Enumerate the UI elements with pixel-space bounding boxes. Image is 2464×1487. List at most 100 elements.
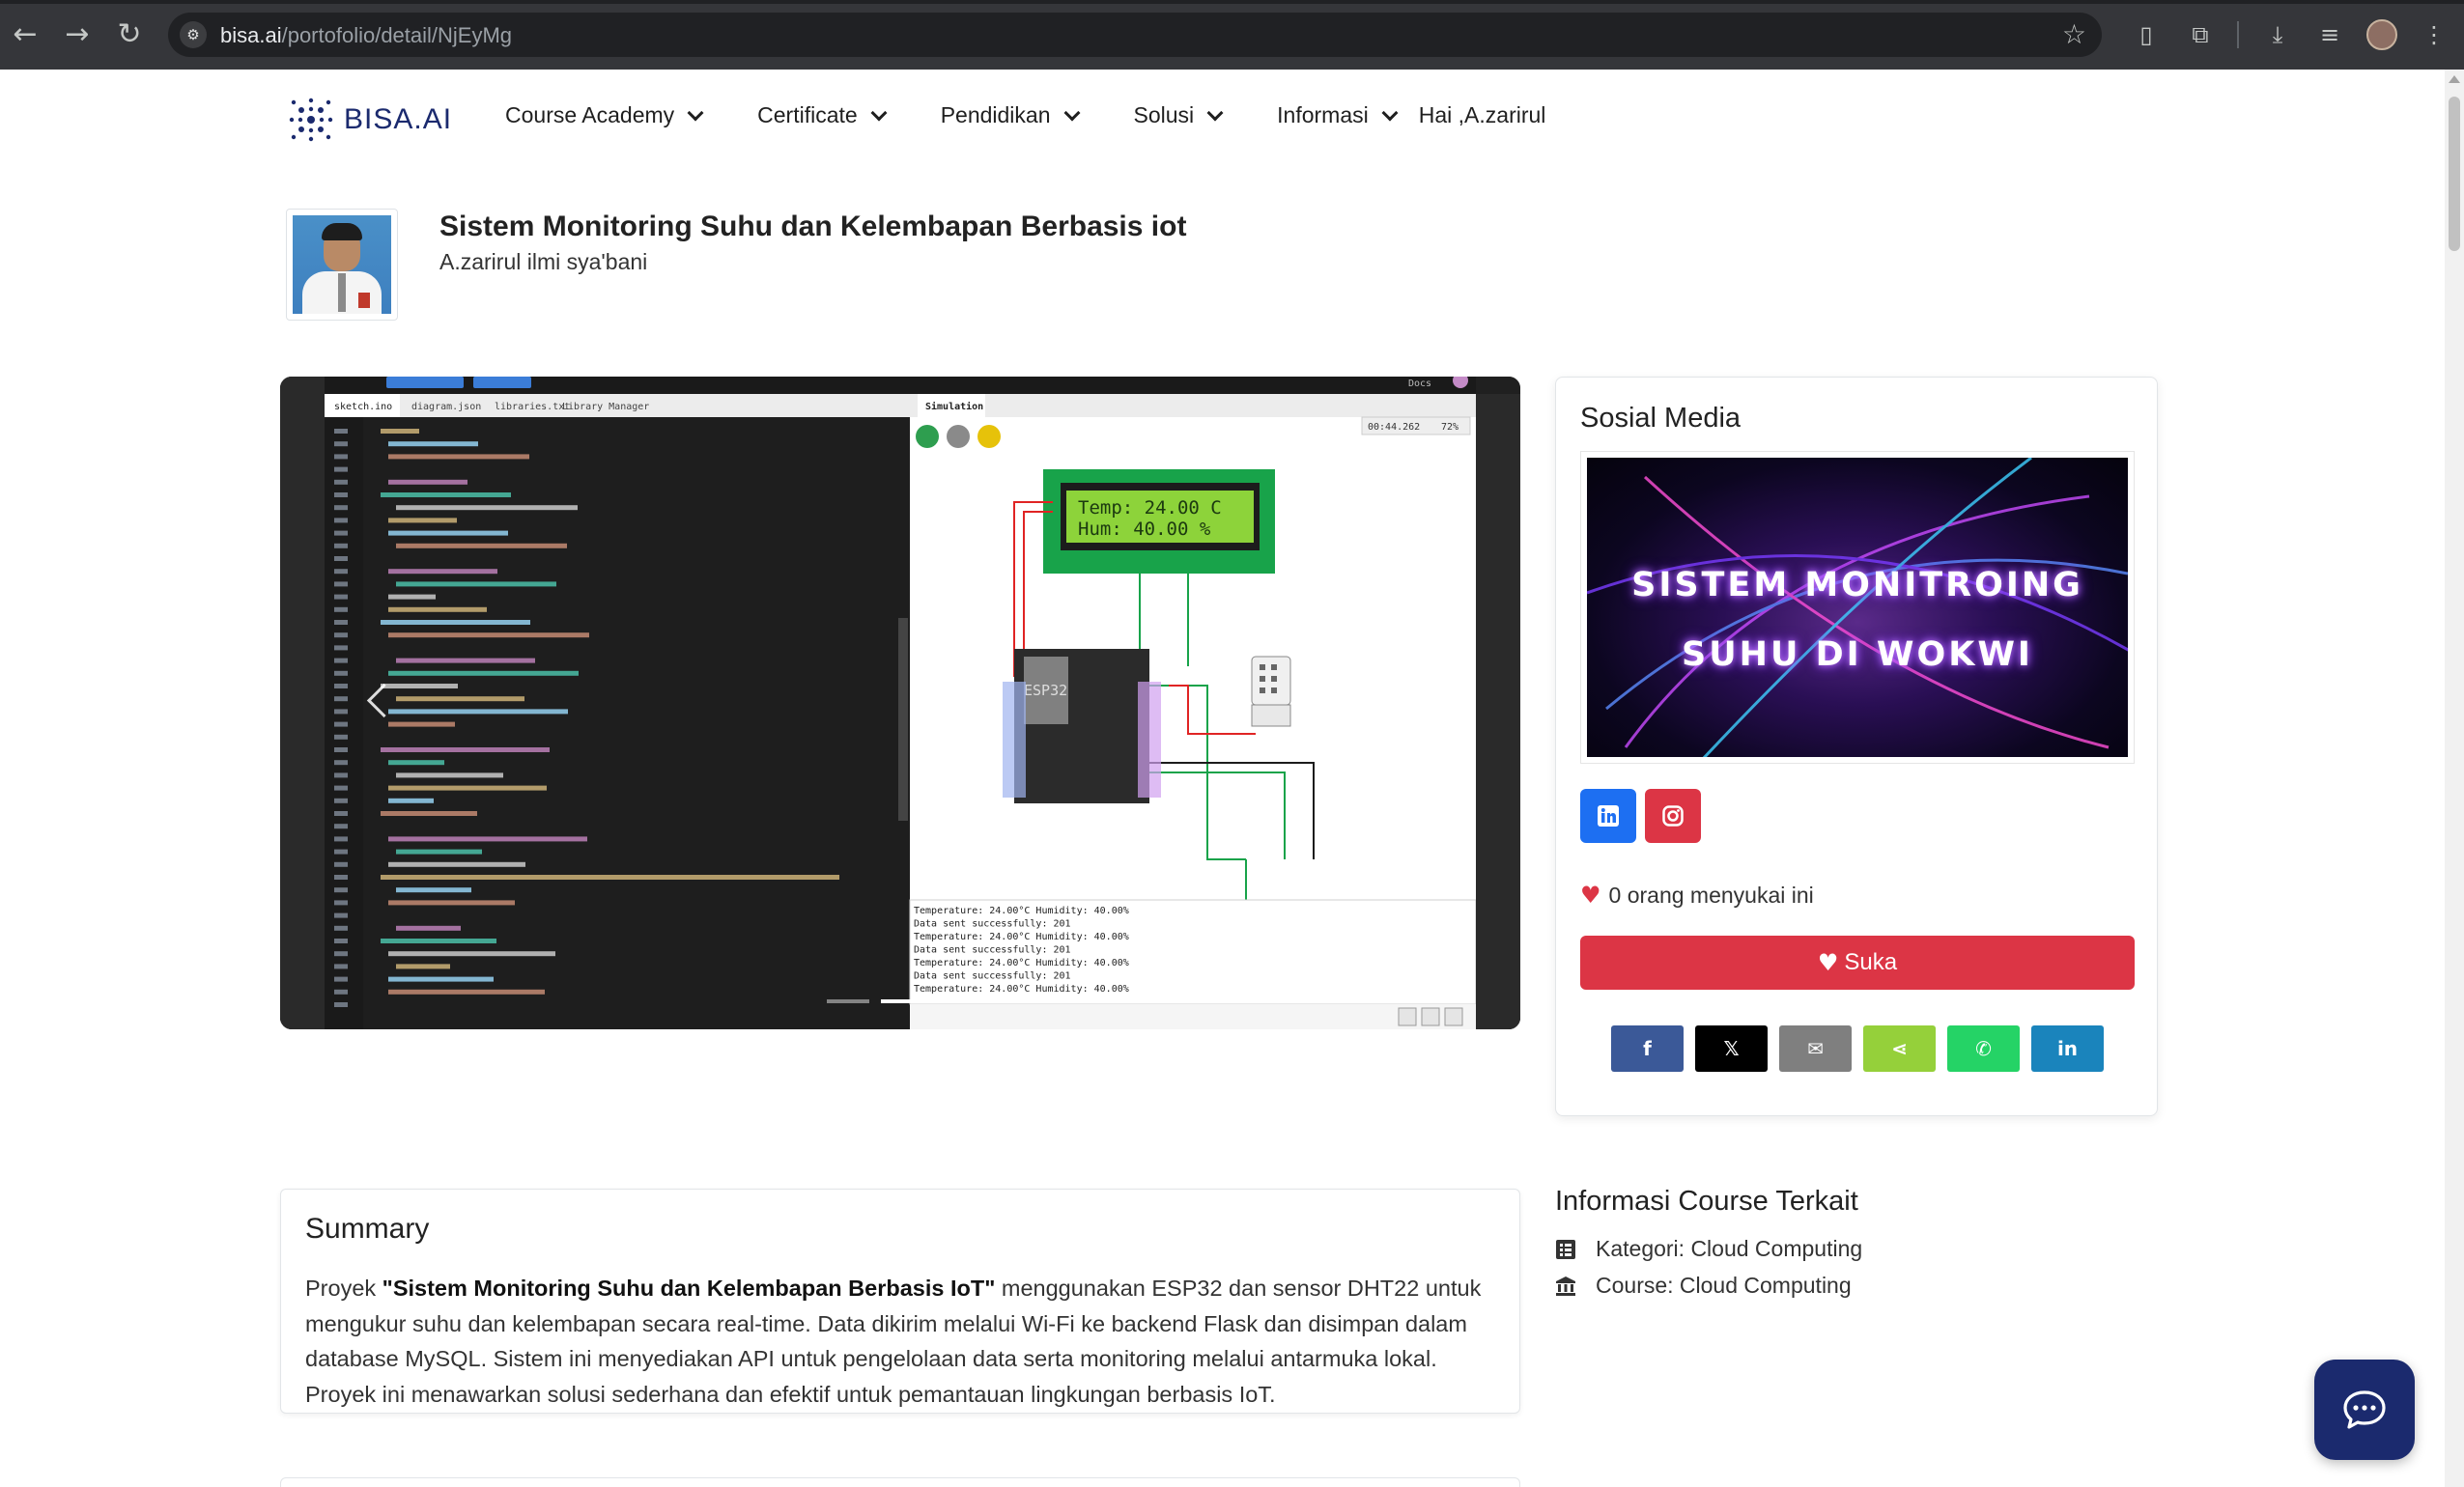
related-category-text: Kategori: Cloud Computing — [1596, 1236, 1863, 1261]
social-card-title: Sosial Media — [1580, 403, 1742, 434]
related-heading: Informasi Course Terkait — [1555, 1186, 1858, 1217]
share-whatsapp-button[interactable]: ✆ — [1947, 1025, 2020, 1072]
code-line-number — [334, 594, 348, 600]
editor-tab: Library Manager — [562, 402, 649, 412]
nav-label: Certificate — [757, 102, 858, 127]
code-line — [381, 747, 550, 752]
thumbnail-swirl — [1587, 458, 2128, 757]
like-count-text: 0 orang menyukai ini — [1608, 882, 1814, 908]
code-line-number — [334, 569, 348, 575]
scrollbar-thumb[interactable] — [2449, 97, 2460, 251]
code-line-number — [334, 925, 348, 931]
lcd-line1: Temp: 24.00 C — [1078, 497, 1222, 519]
carousel-prev-icon[interactable] — [362, 681, 391, 719]
linkedin-button[interactable] — [1580, 789, 1636, 843]
code-line-number — [334, 632, 348, 638]
profile-avatar[interactable] — [2366, 19, 2397, 50]
code-line — [388, 709, 568, 715]
media-control-icon[interactable]: ≡ — [2312, 17, 2347, 52]
thumbnail-line2: SUHU DI WOKWI — [1682, 635, 2033, 674]
code-line — [388, 976, 494, 982]
nav-label: Solusi — [1133, 102, 1195, 127]
code-line — [388, 441, 478, 447]
extensions-icon[interactable]: ⧉ — [2183, 17, 2218, 52]
nav-course-academy[interactable]: Course Academy — [505, 102, 704, 128]
share-facebook-button[interactable]: f — [1611, 1025, 1684, 1072]
code-line — [396, 849, 482, 855]
heart-icon: ♥ — [1580, 882, 1601, 909]
url-text[interactable]: bisa.ai/portofolio/detail/NjEyMg — [220, 23, 512, 48]
project-author[interactable]: A.zarirul ilmi sya'bani — [439, 249, 647, 275]
nav-informasi[interactable]: Informasi — [1277, 102, 1399, 128]
code-line — [388, 479, 467, 485]
code-line-number — [334, 454, 348, 460]
code-line — [388, 989, 545, 995]
forward-icon[interactable]: → — [58, 15, 97, 54]
tab-strip-edge — [0, 0, 2464, 4]
code-line-number — [334, 429, 348, 434]
back-icon[interactable]: ← — [6, 15, 44, 54]
code-line-number — [334, 492, 348, 497]
code-line-number — [334, 684, 348, 688]
code-line-number — [334, 466, 348, 472]
chat-bubble-icon — [2343, 1390, 2386, 1429]
esp32-label: ESP32 — [1024, 682, 1067, 699]
serial-line: Temperature: 24.00°C Humidity: 40.00% — [914, 958, 1129, 968]
site-info-icon[interactable]: ⚙ — [180, 21, 207, 48]
scroll-up-icon[interactable] — [2449, 75, 2460, 83]
code-line-number — [334, 964, 348, 969]
code-line — [388, 785, 547, 791]
code-line — [388, 951, 555, 957]
share-x-button[interactable]: 𝕏 — [1695, 1025, 1768, 1072]
code-line — [388, 632, 589, 638]
bookmark-star-icon[interactable]: ☆ — [2062, 18, 2086, 50]
instagram-button[interactable] — [1645, 789, 1701, 843]
chat-button[interactable] — [2314, 1360, 2415, 1460]
code-line-number — [334, 620, 348, 625]
summary-heading: Summary — [305, 1213, 430, 1245]
main-nav: Course Academy Certificate Pendidikan So… — [505, 102, 1545, 128]
serial-line: Data sent successfully: 201 — [914, 945, 1071, 956]
code-line-number — [334, 976, 348, 982]
carousel-indicator-2[interactable] — [881, 999, 923, 1003]
nav-certificate[interactable]: Certificate — [757, 102, 888, 128]
carousel-next-icon[interactable] — [1417, 681, 1446, 719]
code-line-number — [334, 734, 348, 740]
code-line-number — [334, 912, 348, 918]
code-line-number — [334, 849, 348, 855]
next-section-card — [280, 1477, 1520, 1487]
carousel-indicator-1[interactable] — [827, 999, 869, 1003]
chevron-down-icon — [687, 104, 704, 121]
code-line — [388, 760, 444, 766]
related-course-text: Course: Cloud Computing — [1596, 1273, 1852, 1298]
nav-pendidikan[interactable]: Pendidikan — [941, 102, 1080, 128]
code-line-number — [334, 479, 348, 485]
site-logo[interactable]: BISA.AI — [286, 93, 452, 147]
address-bar[interactable]: ⚙ bisa.ai/portofolio/detail/NjEyMg ☆ — [168, 13, 2102, 57]
code-line — [388, 670, 579, 676]
user-greeting[interactable]: Hai ,A.zarirul — [1419, 102, 1546, 128]
reload-icon[interactable]: ↻ — [110, 15, 149, 54]
share-sharethis-button[interactable]: ⋖ — [1863, 1025, 1936, 1072]
code-line — [381, 620, 530, 625]
author-avatar — [286, 209, 398, 321]
menu-kebab-icon[interactable]: ⋮ — [2417, 17, 2451, 52]
code-line — [396, 925, 461, 931]
portfolio-carousel[interactable]: Docs sketch.ino diagram.json libraries.t… — [280, 377, 1520, 1029]
code-line — [396, 581, 556, 587]
code-line-number — [334, 875, 348, 880]
like-button[interactable]: ♥ Suka — [1580, 936, 2135, 990]
nav-solusi[interactable]: Solusi — [1133, 102, 1224, 128]
code-line-number — [334, 581, 348, 587]
code-line — [381, 875, 839, 880]
summary-card: Summary Proyek "Sistem Monitoring Suhu d… — [280, 1189, 1520, 1414]
tab-search-icon[interactable]: ▯ — [2129, 17, 2164, 52]
share-linkedin-button[interactable]: in — [2031, 1025, 2104, 1072]
code-line-number — [334, 721, 348, 727]
page-scrollbar[interactable] — [2445, 70, 2464, 1487]
share-email-button[interactable]: ✉ — [1779, 1025, 1852, 1072]
download-icon[interactable]: ⤓ — [2260, 17, 2295, 52]
code-line-number — [334, 836, 348, 842]
code-line — [396, 964, 450, 969]
toolbar-separator — [2237, 21, 2239, 48]
